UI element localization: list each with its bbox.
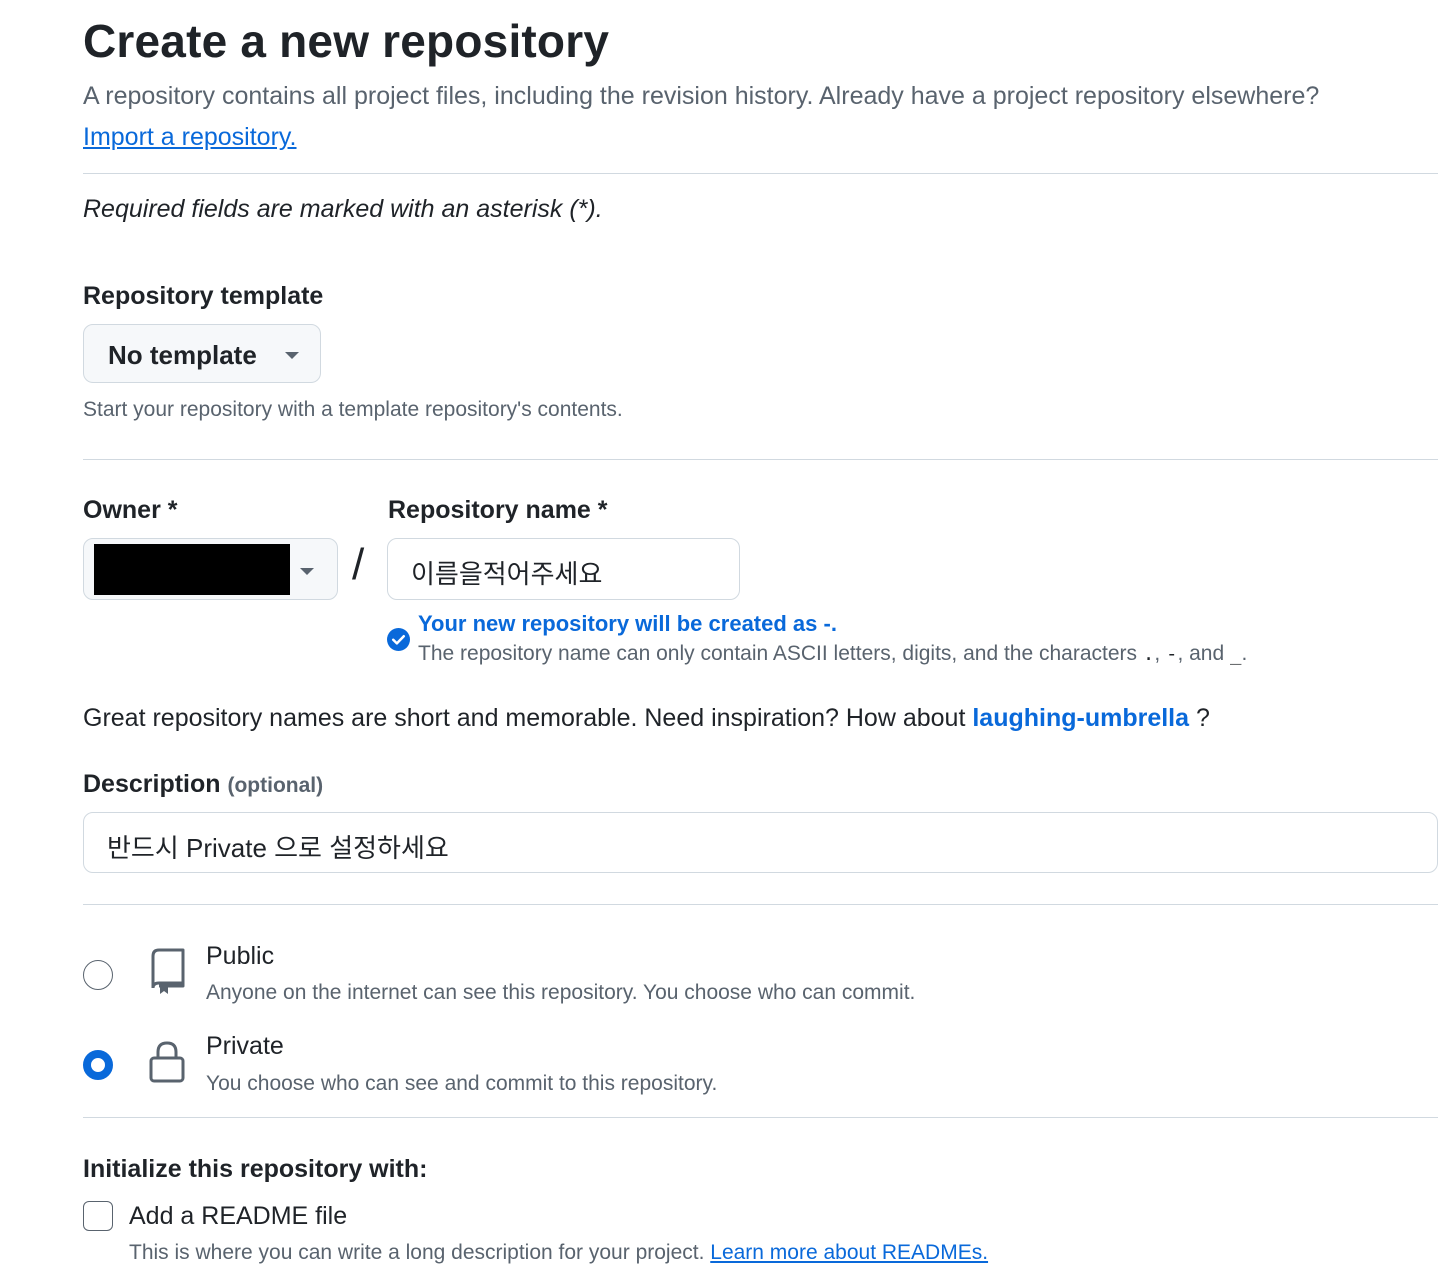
add-readme-checkbox[interactable] bbox=[83, 1201, 113, 1231]
learn-more-readmes-link[interactable]: Learn more about READMEs. bbox=[710, 1241, 988, 1264]
repo-name-input[interactable]: 이름을적어주세요 bbox=[387, 538, 740, 600]
create-repository-page: Create a new repository A repository con… bbox=[0, 0, 1445, 1272]
readme-description-text: This is where you can write a long descr… bbox=[129, 1241, 711, 1264]
optional-tag: (optional) bbox=[227, 774, 324, 797]
suggested-name-button[interactable]: laughing-umbrella bbox=[972, 704, 1189, 732]
owner-label: Owner * bbox=[83, 496, 178, 524]
description-label-text: Description bbox=[83, 770, 221, 798]
lock-icon bbox=[149, 1041, 185, 1083]
allowed-char-dash: - bbox=[1166, 643, 1178, 665]
rule-separator: , bbox=[1154, 642, 1166, 665]
check-circle-icon bbox=[387, 628, 410, 651]
owner-redacted-name bbox=[94, 544, 290, 595]
divider bbox=[83, 1117, 1438, 1118]
template-selected-value: No template bbox=[108, 340, 257, 370]
template-hint: Start your repository with a template re… bbox=[83, 398, 623, 421]
template-label: Repository template bbox=[83, 282, 324, 310]
description-input[interactable]: 반드시 Private 으로 설정하세요 bbox=[83, 812, 1438, 873]
inspiration-text: Great repository names are short and mem… bbox=[83, 704, 973, 732]
visibility-public-desc: Anyone on the internet can see this repo… bbox=[206, 981, 916, 1004]
chevron-down-icon bbox=[300, 568, 314, 575]
visibility-private-desc: You choose who can see and commit to thi… bbox=[206, 1072, 718, 1095]
divider bbox=[83, 173, 1438, 174]
description-label: Description (optional) bbox=[83, 770, 323, 799]
repo-name-value: 이름을적어주세요 bbox=[411, 559, 603, 589]
required-fields-note: Required fields are marked with an aster… bbox=[83, 195, 603, 223]
chevron-down-icon bbox=[285, 352, 299, 359]
inspiration-suffix: ? bbox=[1189, 704, 1210, 732]
rule-separator: , and bbox=[1177, 642, 1230, 665]
visibility-private-radio[interactable] bbox=[83, 1050, 113, 1080]
description-value: 반드시 Private 으로 설정하세요 bbox=[107, 833, 449, 863]
owner-select-button[interactable] bbox=[83, 538, 338, 600]
page-subtitle: A repository contains all project files,… bbox=[83, 82, 1320, 110]
repo-name-rule: The repository name can only contain ASC… bbox=[418, 642, 1247, 666]
allowed-char-underscore: _ bbox=[1230, 643, 1242, 665]
template-select-button[interactable]: No template bbox=[83, 324, 321, 383]
name-inspiration: Great repository names are short and mem… bbox=[83, 704, 1210, 733]
rule-end: . bbox=[1241, 642, 1248, 665]
repo-name-label: Repository name * bbox=[388, 496, 608, 524]
owner-name-separator: / bbox=[352, 540, 365, 589]
divider bbox=[83, 904, 1438, 905]
allowed-char-dot: . bbox=[1142, 643, 1155, 665]
initialize-label: Initialize this repository with: bbox=[83, 1155, 428, 1183]
visibility-public-title: Public bbox=[206, 942, 275, 970]
visibility-public-radio[interactable] bbox=[83, 960, 113, 990]
add-readme-label[interactable]: Add a README file bbox=[129, 1202, 347, 1231]
readme-description: This is where you can write a long descr… bbox=[129, 1241, 988, 1265]
repo-icon bbox=[151, 948, 185, 994]
import-repository-link[interactable]: Import a repository. bbox=[83, 123, 297, 152]
repo-name-rule-text: The repository name can only contain ASC… bbox=[418, 642, 1143, 665]
page-title: Create a new repository bbox=[83, 15, 610, 67]
repo-name-valid-message: Your new repository will be created as -… bbox=[418, 611, 837, 636]
divider bbox=[83, 459, 1438, 460]
visibility-private-title: Private bbox=[206, 1032, 284, 1060]
